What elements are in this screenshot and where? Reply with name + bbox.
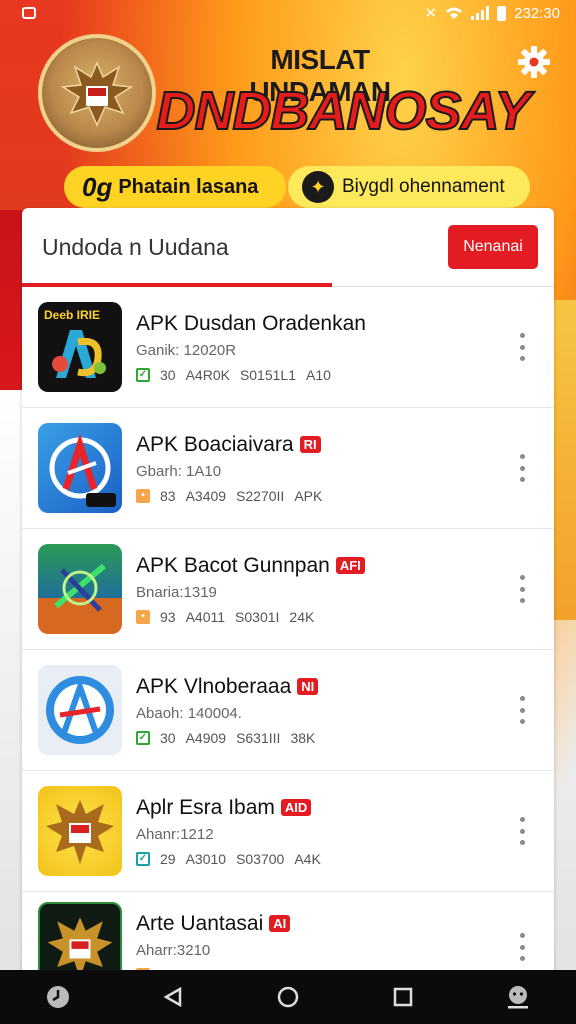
app-tag: AFI: [335, 557, 365, 574]
meta-type: APK: [294, 487, 323, 504]
meta-size: S03700: [236, 850, 285, 867]
assistant-icon: [508, 986, 529, 1009]
filter-pill-right[interactable]: ✦ Biygdl ohennament: [288, 166, 530, 208]
app-version: Gbarh: 1A10: [136, 462, 222, 480]
new-button[interactable]: Nenanai: [448, 225, 538, 269]
meta-rating: 29: [160, 850, 176, 867]
app-version: Bnaria:1319: [136, 583, 217, 601]
tab-bar: Undoda n Uudana Nenanai: [22, 208, 554, 287]
notification-icon: [22, 7, 36, 19]
app-tag: NI: [297, 678, 319, 695]
app-icon: [38, 544, 122, 634]
back-icon: [163, 986, 182, 1008]
app-name: APK Bacot Gunnpan: [136, 553, 330, 577]
meta-type: A4K: [294, 850, 321, 867]
more-menu-button[interactable]: [518, 575, 526, 603]
verified-check-icon: ✓: [136, 851, 150, 866]
meta-rating: 30: [160, 366, 176, 383]
settings-button[interactable]: [516, 44, 552, 80]
list-item[interactable]: APK Bacot Gunnpan AFI Bnaria:1319 • 93 A4…: [22, 529, 554, 650]
navigation-bar: [0, 970, 576, 1024]
more-menu-button[interactable]: [518, 333, 526, 361]
app-tag: AI: [269, 915, 291, 932]
meta-type: 24K: [289, 608, 315, 625]
list-item[interactable]: APK Boaciaivara RI Gbarh: 1A10 • 83 A3409…: [22, 408, 554, 529]
pill-number: 0g: [82, 171, 113, 202]
home-button[interactable]: [266, 975, 310, 1019]
app-version: Ganik: 12020R: [136, 341, 237, 359]
meta-size: S631III: [236, 729, 281, 746]
app-name: APK Dusdan Oradenkan: [136, 311, 366, 335]
pill-right-label: Biygdl ohennament: [342, 176, 505, 197]
meta-code: A4011: [185, 608, 226, 625]
battery-icon: [497, 5, 507, 21]
app-icon: [38, 665, 122, 755]
status-bar: ✕ 232:30: [0, 0, 576, 26]
mute-icon: ✕: [424, 5, 438, 22]
app-name: Arte Uantasai: [136, 911, 264, 935]
meta-type: 38K: [290, 729, 316, 746]
list-item[interactable]: APK Vlnoberaaa NI Abaoh: 140004. ✓ 30 A49…: [22, 650, 554, 771]
app-name: Aplr Esra Ibam: [136, 795, 275, 819]
signal-icon: [471, 6, 490, 20]
garuda-icon: [60, 61, 134, 127]
app-icon: [38, 786, 122, 876]
clock-icon: [46, 986, 69, 1008]
back-button[interactable]: [151, 975, 195, 1019]
tab-active[interactable]: Undoda n Uudana: [42, 234, 229, 261]
meta-type: A10: [306, 366, 331, 383]
verified-check-icon: ✓: [136, 367, 150, 382]
meta-rating: 83: [160, 487, 176, 504]
meta-rating: 30: [160, 729, 176, 746]
more-menu-button[interactable]: [518, 933, 526, 961]
more-menu-button[interactable]: [518, 454, 526, 482]
filter-pill-left[interactable]: 0g Phatain lasana: [64, 166, 286, 208]
app-version: Abaoh: 140004.: [136, 704, 242, 722]
status-icon: •: [136, 488, 150, 503]
pill-left-label: Phatain lasana: [118, 175, 259, 198]
more-menu-button[interactable]: [518, 817, 526, 845]
app-list-panel: Undoda n Uudana Nenanai Deeb IRIE APK Du…: [22, 208, 554, 988]
meta-code: A4909: [185, 729, 227, 746]
app-list: Deeb IRIE APK Dusdan Oradenkan Ganik: 12…: [22, 287, 554, 988]
app-tag: RI: [299, 436, 321, 453]
status-time: 232:30: [514, 4, 560, 22]
meta-code: A4R0K: [185, 366, 230, 383]
list-item[interactable]: Aplr Esra Ibam AID Ahanr:1212 ✓ 29 A3010 …: [22, 771, 554, 892]
recents-icon: [393, 987, 413, 1007]
emblem-badge-icon: ✦: [302, 171, 334, 203]
more-menu-button[interactable]: [518, 696, 526, 724]
gear-icon: [518, 46, 550, 78]
clock-button[interactable]: [36, 975, 80, 1019]
assistant-button[interactable]: [496, 975, 540, 1019]
app-icon: Deeb IRIE: [38, 302, 122, 392]
app-name: APK Boaciaivara: [136, 432, 294, 456]
meta-size: S2270II: [236, 487, 285, 504]
wifi-icon: [446, 7, 463, 19]
app-version: Aharr:3210: [136, 941, 211, 959]
app-icon: [38, 423, 122, 513]
meta-size: S0301I: [235, 608, 280, 625]
meta-size: S0151L1: [239, 366, 296, 383]
header-title: DNDBANOSAY: [155, 80, 531, 142]
meta-rating: 93: [160, 608, 176, 625]
status-icon: •: [136, 609, 150, 624]
app-tag: AID: [280, 799, 312, 816]
garuda-emblem-logo: [38, 34, 156, 152]
meta-code: A3409: [185, 487, 227, 504]
verified-check-icon: ✓: [136, 730, 150, 745]
home-icon: [277, 986, 299, 1008]
app-name: APK Vlnoberaaa: [136, 674, 292, 698]
recents-button[interactable]: [381, 975, 425, 1019]
meta-code: A3010: [185, 850, 227, 867]
list-item[interactable]: Deeb IRIE APK Dusdan Oradenkan Ganik: 12…: [22, 287, 554, 408]
app-version: Ahanr:1212: [136, 825, 214, 843]
